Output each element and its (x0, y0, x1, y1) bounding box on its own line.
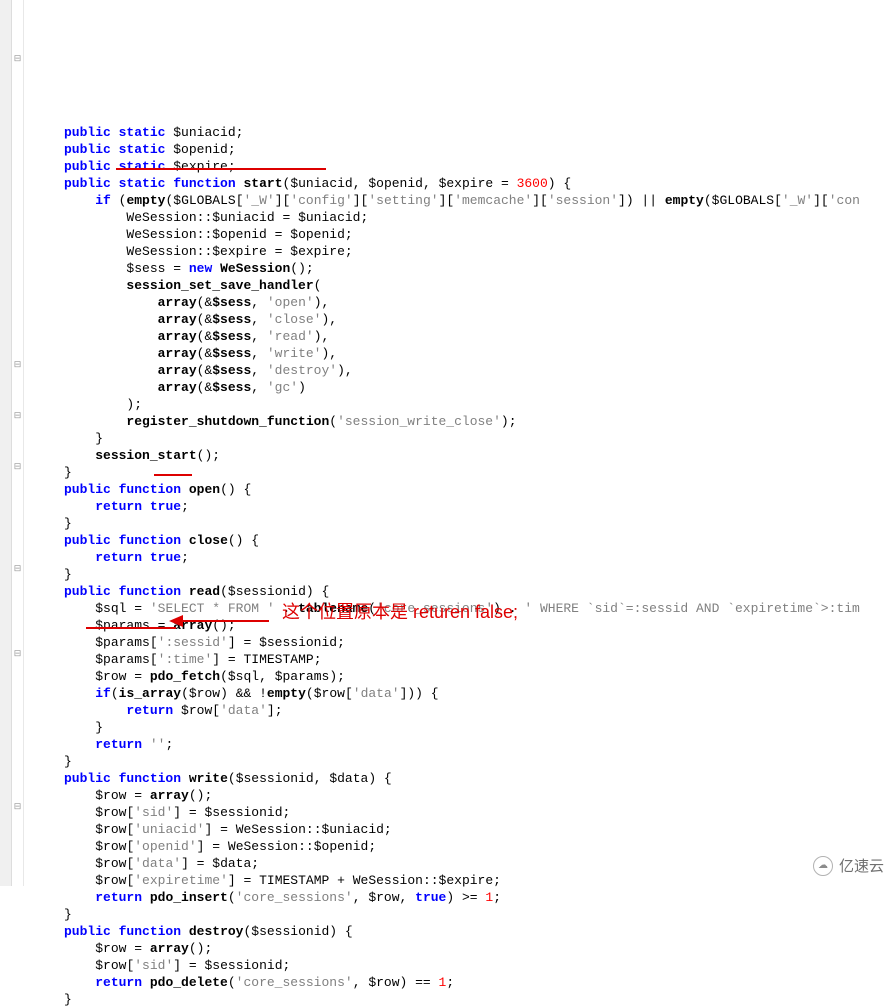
code-line: array(&$sess, 'destroy'), (32, 362, 894, 379)
code-line: $row['expiretime'] = TIMESTAMP + WeSessi… (32, 872, 894, 889)
code-line: $row['openid'] = WeSession::$openid; (32, 838, 894, 855)
code-line: return ''; (32, 736, 894, 753)
code-line: array(&$sess, 'gc') (32, 379, 894, 396)
code-line: session_start(); (32, 447, 894, 464)
code-line: return $row['data']; (32, 702, 894, 719)
underline-return (86, 627, 176, 629)
code-line: public static $expire; (32, 158, 894, 175)
code-line: return pdo_delete('core_sessions', $row)… (32, 974, 894, 991)
code-line: WeSession::$uniacid = $uniacid; (32, 209, 894, 226)
code-line: array(&$sess, 'open'), (32, 294, 894, 311)
code-line: public function open() { (32, 481, 894, 498)
code-area: 这个位置原本是 returen false; public static $un… (24, 0, 894, 886)
code-line: } (32, 719, 894, 736)
code-line: $row['sid'] = $sessionid; (32, 804, 894, 821)
code-line: public static function start($uniacid, $… (32, 175, 894, 192)
code-line: WeSession::$expire = $expire; (32, 243, 894, 260)
code-line: if(is_array($row) && !empty($row['data']… (32, 685, 894, 702)
code-line: } (32, 566, 894, 583)
code-line: } (32, 515, 894, 532)
code-line: public static $openid; (32, 141, 894, 158)
code-line: } (32, 906, 894, 923)
underline-session-handler (116, 168, 326, 170)
code-line: ); (32, 396, 894, 413)
watermark-logo-icon: ☁ (813, 856, 833, 876)
code-line: } (32, 430, 894, 447)
code-line: } (32, 464, 894, 481)
code-line: array(&$sess, 'read'), (32, 328, 894, 345)
code-line: $row['sid'] = $sessionid; (32, 957, 894, 974)
code-line: return pdo_insert('core_sessions', $row,… (32, 889, 894, 906)
code-line: session_set_save_handler( (32, 277, 894, 294)
line-number-gutter (0, 0, 12, 886)
code-line: array(&$sess, 'write'), (32, 345, 894, 362)
code-line: $row = pdo_fetch($sql, $params); (32, 668, 894, 685)
code-line: public function close() { (32, 532, 894, 549)
code-line: $params[':time'] = TIMESTAMP; (32, 651, 894, 668)
underline-read (154, 474, 192, 476)
watermark-text: 亿速云 (839, 855, 884, 876)
code-line: array(&$sess, 'close'), (32, 311, 894, 328)
arrow-annotation (169, 612, 269, 630)
code-line: $params[':sessid'] = $sessionid; (32, 634, 894, 651)
code-line: } (32, 753, 894, 770)
watermark: ☁ 亿速云 (813, 855, 884, 876)
code-line: public function destroy($sessionid) { (32, 923, 894, 940)
code-line: $sess = new WeSession(); (32, 260, 894, 277)
code-line: public function write($sessionid, $data)… (32, 770, 894, 787)
code-line: $row = array(); (32, 940, 894, 957)
code-line: public function read($sessionid) { (32, 583, 894, 600)
code-line: return true; (32, 498, 894, 515)
code-line: } (32, 991, 894, 1008)
code-line: return true; (32, 549, 894, 566)
fold-column: ⊟⊟⊟⊟⊟⊟⊟ (12, 0, 24, 886)
annotation-text: 这个位置原本是 returen false; (282, 604, 518, 621)
code-line: $row['uniacid'] = WeSession::$uniacid; (32, 821, 894, 838)
code-line: WeSession::$openid = $openid; (32, 226, 894, 243)
code-line: public static $uniacid; (32, 124, 894, 141)
code-line: if (empty($GLOBALS['_W']['config']['sett… (32, 192, 894, 209)
code-line: $row['data'] = $data; (32, 855, 894, 872)
code-line: $row = array(); (32, 787, 894, 804)
code-line: register_shutdown_function('session_writ… (32, 413, 894, 430)
